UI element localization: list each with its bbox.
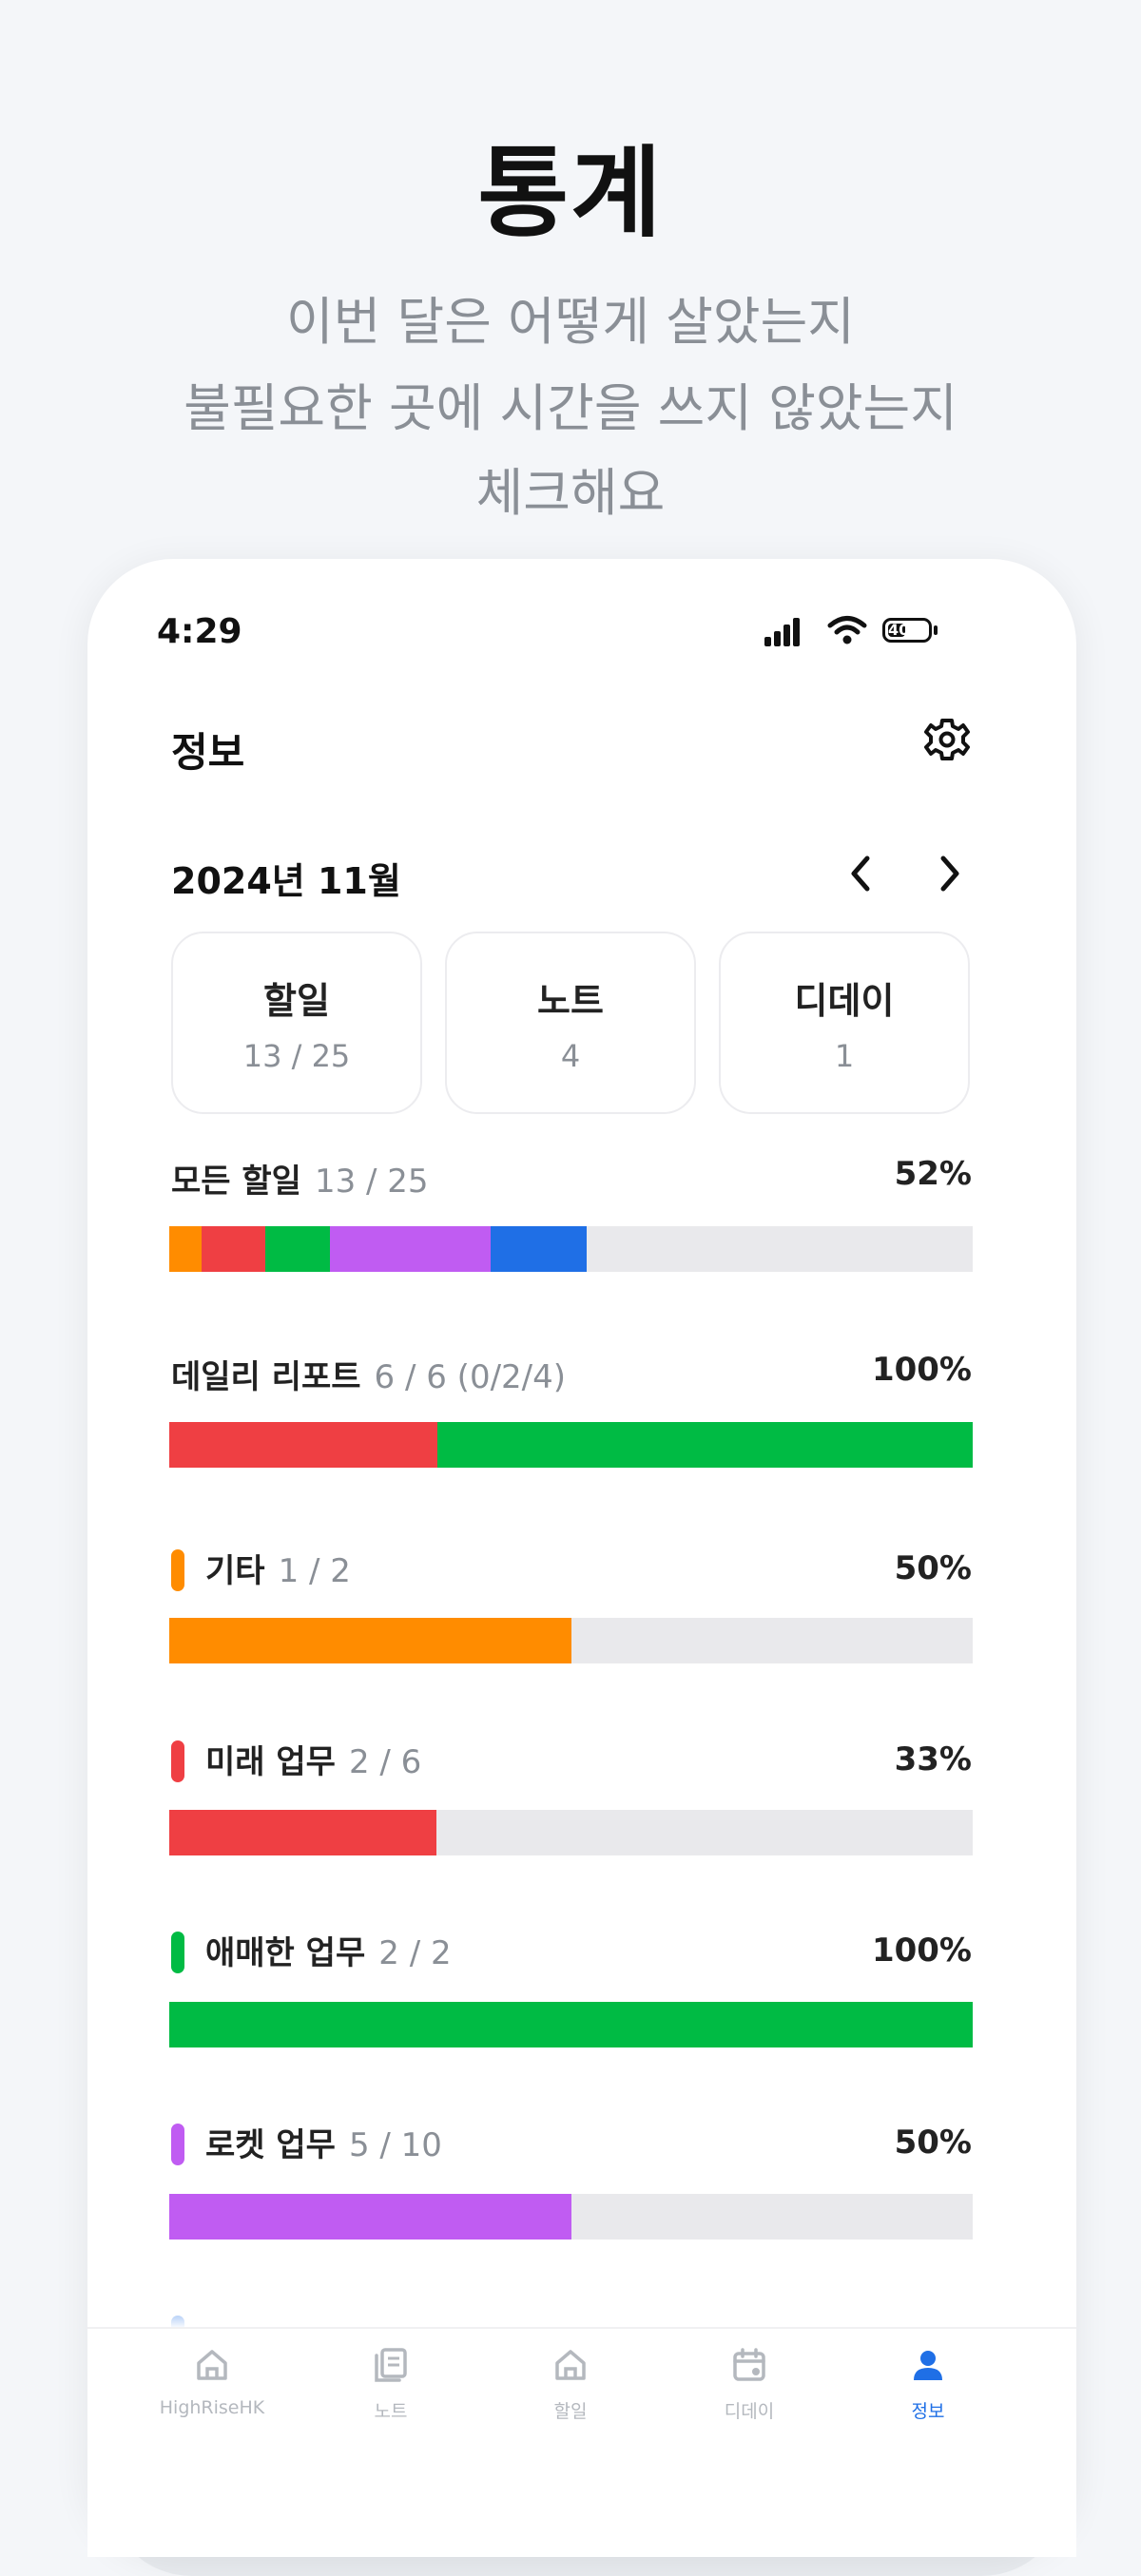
tab-dday[interactable]: 디데이 bbox=[678, 2346, 821, 2423]
notes-icon bbox=[375, 2348, 407, 2382]
scroll-fade bbox=[87, 2286, 1076, 2329]
daily-report-count: 6 / 6 (0/2/4) bbox=[374, 1358, 567, 1396]
promo-subtitle-line-2: 불필요한 곳에 시간을 쓰지 않았는지 bbox=[184, 378, 957, 438]
tab-todo[interactable]: 할일 bbox=[499, 2346, 642, 2423]
home-icon bbox=[197, 2350, 227, 2380]
card-notes[interactable]: 노트 4 bbox=[445, 932, 696, 1114]
category-progress-bar bbox=[169, 2194, 973, 2240]
category-dot bbox=[171, 1548, 184, 1591]
progress-segment bbox=[491, 1226, 588, 1272]
progress-segment bbox=[330, 1226, 491, 1272]
daily-report-progress-bar bbox=[169, 1422, 973, 1468]
tab-label: 디데이 bbox=[724, 2401, 775, 2422]
progress-segment bbox=[201, 1226, 266, 1272]
category-progress-bar bbox=[169, 2002, 973, 2047]
progress-fill bbox=[169, 1810, 437, 1855]
tab-label: HighRiseHK bbox=[159, 2397, 265, 2418]
tab-label: 정보 bbox=[911, 2401, 945, 2422]
category-count: 1 / 2 bbox=[278, 1552, 351, 1590]
category-label: 미래 업무 2 / 6 bbox=[171, 1736, 421, 1785]
tab-info[interactable]: 정보 bbox=[857, 2346, 999, 2423]
card-label: 디데이 bbox=[794, 980, 895, 1022]
progress-fill bbox=[169, 2194, 571, 2240]
category-percent: 33% bbox=[894, 1740, 972, 1778]
status-time: 4:29 bbox=[157, 612, 242, 651]
promo-subtitle-line-1: 이번 달은 어떻게 살았는지 bbox=[286, 292, 855, 352]
gear-icon[interactable] bbox=[922, 715, 972, 764]
category-percent: 50% bbox=[894, 1549, 972, 1587]
calendar-icon bbox=[733, 2348, 765, 2381]
category-percent: 50% bbox=[894, 2124, 972, 2162]
progress-segment bbox=[169, 1226, 202, 1272]
signal-icon bbox=[764, 614, 803, 646]
progress-segment bbox=[265, 1226, 330, 1272]
card-dday[interactable]: 디데이 1 bbox=[719, 932, 970, 1114]
page-title: 정보 bbox=[171, 729, 245, 776]
card-tasks[interactable]: 할일 13 / 25 bbox=[171, 932, 422, 1114]
category-dot bbox=[171, 1740, 184, 1782]
progress-fill bbox=[169, 2002, 973, 2047]
chevron-right-icon[interactable] bbox=[928, 851, 970, 896]
category-count: 2 / 6 bbox=[348, 1743, 422, 1781]
category-dot bbox=[171, 1931, 184, 1973]
all-tasks-count: 13 / 25 bbox=[314, 1163, 429, 1201]
wifi-icon bbox=[827, 616, 867, 644]
battery-icon: 40 bbox=[882, 618, 932, 643]
tab-label: 할일 bbox=[553, 2401, 588, 2422]
all-tasks-progress-bar bbox=[169, 1226, 973, 1272]
tab-notes[interactable]: 노트 bbox=[319, 2346, 462, 2423]
progress-fill bbox=[169, 1618, 571, 1663]
tab-label: 노트 bbox=[374, 2401, 408, 2422]
category-count: 5 / 10 bbox=[348, 2126, 442, 2164]
category-dot bbox=[171, 2123, 184, 2165]
category-label: 기타 1 / 2 bbox=[171, 1545, 351, 1594]
progress-segment bbox=[436, 1422, 973, 1468]
category-progress-bar bbox=[169, 1618, 973, 1663]
all-tasks-percent: 52% bbox=[894, 1155, 972, 1193]
daily-report-label: 데일리 리포트 6 / 6 (0/2/4) bbox=[171, 1358, 567, 1396]
promo-title: 통계 bbox=[477, 135, 664, 251]
promo-subtitle-line-3: 체크해요 bbox=[475, 463, 666, 523]
person-icon bbox=[914, 2351, 942, 2380]
all-tasks-label: 모든 할일 13 / 25 bbox=[171, 1163, 429, 1201]
category-label: 로켓 업무 5 / 10 bbox=[171, 2119, 442, 2168]
card-label: 노트 bbox=[537, 980, 604, 1022]
category-progress-bar bbox=[169, 1810, 973, 1855]
category-count: 2 / 2 bbox=[378, 1934, 452, 1972]
category-label: 애매한 업무 2 / 2 bbox=[171, 1927, 452, 1976]
chevron-left-icon[interactable] bbox=[841, 851, 882, 896]
card-value: 1 bbox=[834, 1038, 855, 1074]
card-value: 13 / 25 bbox=[242, 1038, 351, 1074]
progress-segment bbox=[169, 1422, 437, 1468]
home-icon bbox=[555, 2350, 586, 2380]
month-label: 2024년 11월 bbox=[171, 860, 401, 902]
card-label: 할일 bbox=[263, 980, 330, 1022]
category-percent: 100% bbox=[871, 1932, 972, 1970]
daily-report-percent: 100% bbox=[871, 1351, 972, 1389]
card-value: 4 bbox=[560, 1038, 581, 1074]
tab-highrisehk[interactable]: HighRiseHK bbox=[141, 2346, 283, 2418]
